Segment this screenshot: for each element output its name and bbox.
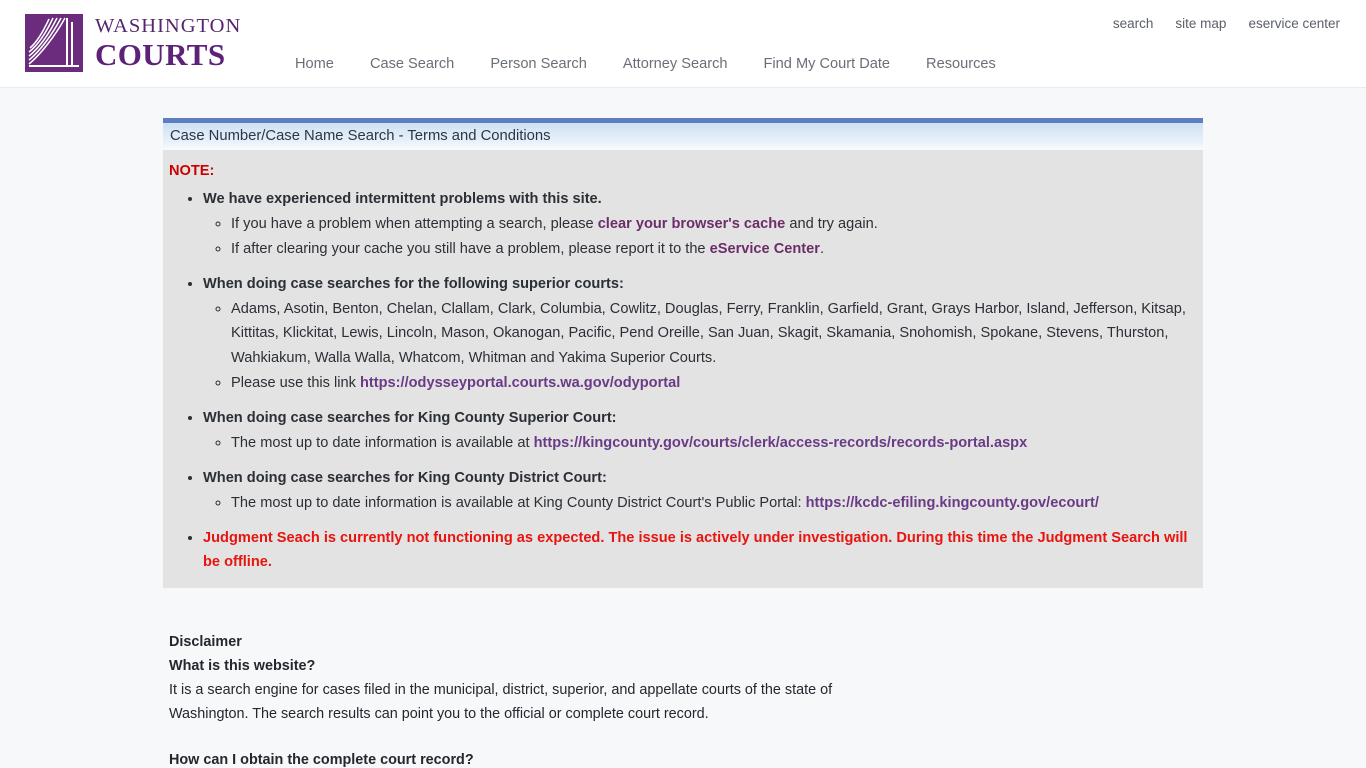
odyssey-portal-link[interactable]: https://odysseyportal.courts.wa.gov/odyp… — [360, 375, 680, 391]
sub-text-pre: The most up to date information is avail… — [231, 434, 534, 451]
bullet-heading: When doing case searches for King County… — [203, 469, 607, 486]
bullet-heading: We have experienced intermittent problem… — [203, 191, 602, 208]
nav-item-resources[interactable]: Resources — [926, 56, 996, 72]
content-container: Case Number/Case Name Search - Terms and… — [163, 118, 1203, 768]
note-sublist: The most up to date information is avail… — [203, 490, 1203, 515]
sub-text-pre: If after clearing your cache you still h… — [231, 241, 710, 258]
disclaimer-answer-1-line-1: It is a search engine for cases filed in… — [169, 682, 833, 699]
note-sublist: The most up to date information is avail… — [203, 430, 1203, 455]
list-item: Adams, Asotin, Benton, Chelan, Clallam, … — [231, 296, 1203, 369]
kingcounty-records-portal-link[interactable]: https://kingcounty.gov/courts/clerk/acce… — [534, 435, 1028, 451]
note-sublist: If you have a problem when attempting a … — [203, 211, 1203, 261]
utility-nav-site-map[interactable]: site map — [1175, 16, 1226, 31]
disclaimer-question-1: What is this website? — [169, 658, 316, 675]
brand-logo[interactable]: WASHINGTON COURTS — [25, 14, 241, 72]
eservice-center-link[interactable]: eService Center — [710, 241, 820, 257]
nav-item-home[interactable]: Home — [295, 56, 334, 72]
note-bullet-king-county-superior: When doing case searches for King County… — [203, 395, 1203, 455]
brand-wordmark: WASHINGTON COURTS — [95, 16, 241, 70]
list-item: Please use this link https://odysseyport… — [231, 370, 1203, 395]
note-label: NOTE: — [169, 163, 215, 179]
nav-item-person-search[interactable]: Person Search — [490, 56, 587, 72]
list-item: If after clearing your cache you still h… — [231, 236, 1203, 261]
main-nav: Home Case Search Person Search Attorney … — [295, 56, 996, 72]
note-bullet-site-problems: We have experienced intermittent problem… — [203, 185, 1203, 261]
sub-text-post: and try again. — [785, 216, 878, 233]
site-header: WASHINGTON COURTS search site map eservi… — [0, 0, 1366, 88]
utility-nav-search[interactable]: search — [1113, 16, 1154, 31]
nav-item-attorney-search[interactable]: Attorney Search — [623, 56, 728, 72]
sub-text-pre: If you have a problem when attempting a … — [231, 216, 598, 233]
note-sublist: Adams, Asotin, Benton, Chelan, Clallam, … — [203, 296, 1203, 394]
disclaimer-section: Disclaimer What is this website? It is a… — [163, 630, 963, 768]
note-panel: NOTE: We have experienced intermittent p… — [163, 151, 1203, 589]
clear-browser-cache-link[interactable]: clear your browser's cache — [598, 216, 786, 232]
brand-line-2: COURTS — [95, 36, 226, 72]
sub-text-pre: The most up to date information is avail… — [231, 494, 806, 511]
utility-nav: search site map eservice center — [1113, 16, 1340, 31]
brand-line-1: WASHINGTON — [95, 15, 242, 38]
panel-titlebar: Case Number/Case Name Search - Terms and… — [163, 118, 1203, 151]
kcdc-efiling-portal-link[interactable]: https://kcdc-efiling.kingcounty.gov/ecou… — [806, 495, 1099, 511]
list-item: The most up to date information is avail… — [231, 490, 1203, 515]
list-item: The most up to date information is avail… — [231, 430, 1203, 455]
superior-courts-county-list: Adams, Asotin, Benton, Chelan, Clallam, … — [231, 301, 1186, 366]
note-bullet-judgment-search-alert: Judgment Seach is currently not function… — [203, 515, 1203, 574]
note-bullet-superior-courts: When doing case searches for the followi… — [203, 261, 1203, 394]
sub-text-post: . — [819, 241, 825, 258]
nav-item-find-my-court-date[interactable]: Find My Court Date — [764, 56, 891, 72]
sub-text-pre: Please use this link — [231, 374, 360, 391]
disclaimer-question-2: How can I obtain the complete court reco… — [169, 752, 474, 768]
washington-courts-fan-logo-icon — [25, 14, 83, 72]
utility-nav-eservice-center[interactable]: eservice center — [1248, 16, 1340, 31]
judgment-search-alert-text: Judgment Seach is currently not function… — [203, 530, 1188, 571]
disclaimer-answer-1-line-2: Washington. The search results can point… — [169, 706, 709, 723]
page-title: Case Number/Case Name Search - Terms and… — [170, 128, 551, 144]
bullet-heading: When doing case searches for the followi… — [203, 276, 624, 293]
note-bullet-list: We have experienced intermittent problem… — [163, 185, 1203, 574]
note-bullet-king-county-district: When doing case searches for King County… — [203, 455, 1203, 515]
nav-item-case-search[interactable]: Case Search — [370, 56, 454, 72]
bullet-heading: When doing case searches for King County… — [203, 409, 617, 426]
page-body: Case Number/Case Name Search - Terms and… — [0, 88, 1366, 768]
list-item: If you have a problem when attempting a … — [231, 211, 1203, 236]
disclaimer-title: Disclaimer — [169, 634, 242, 651]
